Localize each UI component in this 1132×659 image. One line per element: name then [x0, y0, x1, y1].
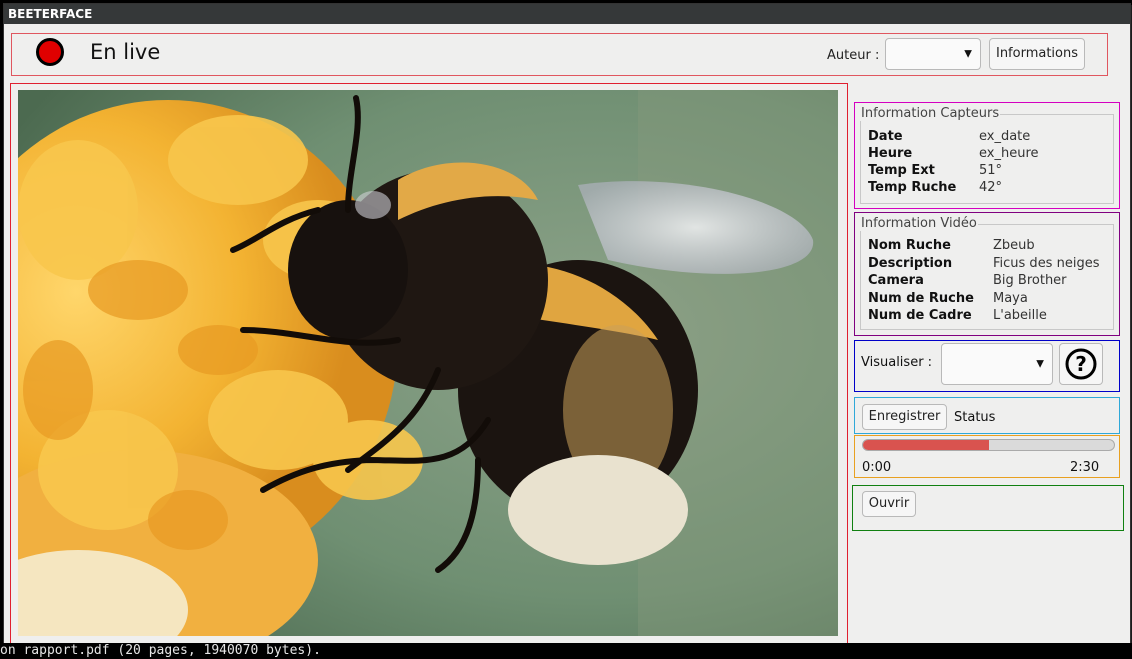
video-value-nom-ruche: Zbeub: [993, 238, 1035, 253]
bumblebee-on-flower-picture: [18, 90, 838, 636]
video-label-description: Description: [868, 256, 953, 271]
video-value-description: Ficus des neiges: [993, 256, 1100, 271]
svg-text:?: ?: [1075, 352, 1087, 376]
terminal-output-line: on rapport.pdf (20 pages, 1940070 bytes)…: [0, 643, 1132, 659]
sensor-label-date: Date: [868, 129, 903, 144]
question-circle-icon: ?: [1065, 348, 1097, 380]
video-label-nom-ruche: Nom Ruche: [868, 238, 951, 253]
sensor-label-temp-ext: Temp Ext: [868, 163, 935, 178]
enregistrer-button[interactable]: Enregistrer: [862, 404, 947, 430]
record-status-label: Status: [954, 410, 996, 425]
video-label-num-ruche: Num de Ruche: [868, 291, 974, 306]
ouvrir-button[interactable]: Ouvrir: [862, 491, 916, 517]
bee-video-image: [18, 90, 838, 636]
sensor-value-temp-ext: 51°: [979, 163, 1003, 178]
sensor-label-temp-ruche: Temp Ruche: [868, 180, 957, 195]
visualiser-select[interactable]: ▼: [941, 343, 1053, 385]
informations-button[interactable]: Informations: [989, 38, 1085, 70]
live-record-indicator-icon: [36, 38, 64, 66]
progress-start-time: 0:00: [862, 460, 892, 475]
video-info-group-title: Information Vidéo: [860, 216, 978, 231]
video-label-camera: Camera: [868, 273, 924, 288]
author-label: Auteur :: [827, 48, 880, 63]
playback-progress-bar[interactable]: [862, 439, 1115, 451]
app-window: BEETERFACE En live Auteur : ▼ Informatio…: [4, 4, 1130, 644]
video-value-num-ruche: Maya: [993, 291, 1028, 306]
chevron-down-icon: ▼: [964, 48, 972, 60]
progress-bar-fill: [863, 440, 989, 450]
video-value-num-cadre: L'abeille: [993, 308, 1047, 323]
sensor-label-heure: Heure: [868, 146, 913, 161]
video-value-camera: Big Brother: [993, 273, 1067, 288]
sensor-value-date: ex_date: [979, 129, 1031, 144]
sensors-group-title: Information Capteurs: [860, 106, 1001, 121]
sensor-value-heure: ex_heure: [979, 146, 1039, 161]
window-titlebar[interactable]: BEETERFACE: [4, 4, 1130, 24]
visualiser-label: Visualiser :: [861, 355, 933, 370]
sensor-value-temp-ruche: 42°: [979, 180, 1003, 195]
help-button[interactable]: ?: [1059, 343, 1103, 385]
window-title: BEETERFACE: [8, 7, 93, 21]
live-label: En live: [90, 40, 161, 64]
video-label-num-cadre: Num de Cadre: [868, 308, 972, 323]
author-select[interactable]: ▼: [885, 38, 981, 70]
chevron-down-icon: ▼: [1036, 358, 1044, 370]
progress-end-time: 2:30: [1070, 460, 1100, 475]
